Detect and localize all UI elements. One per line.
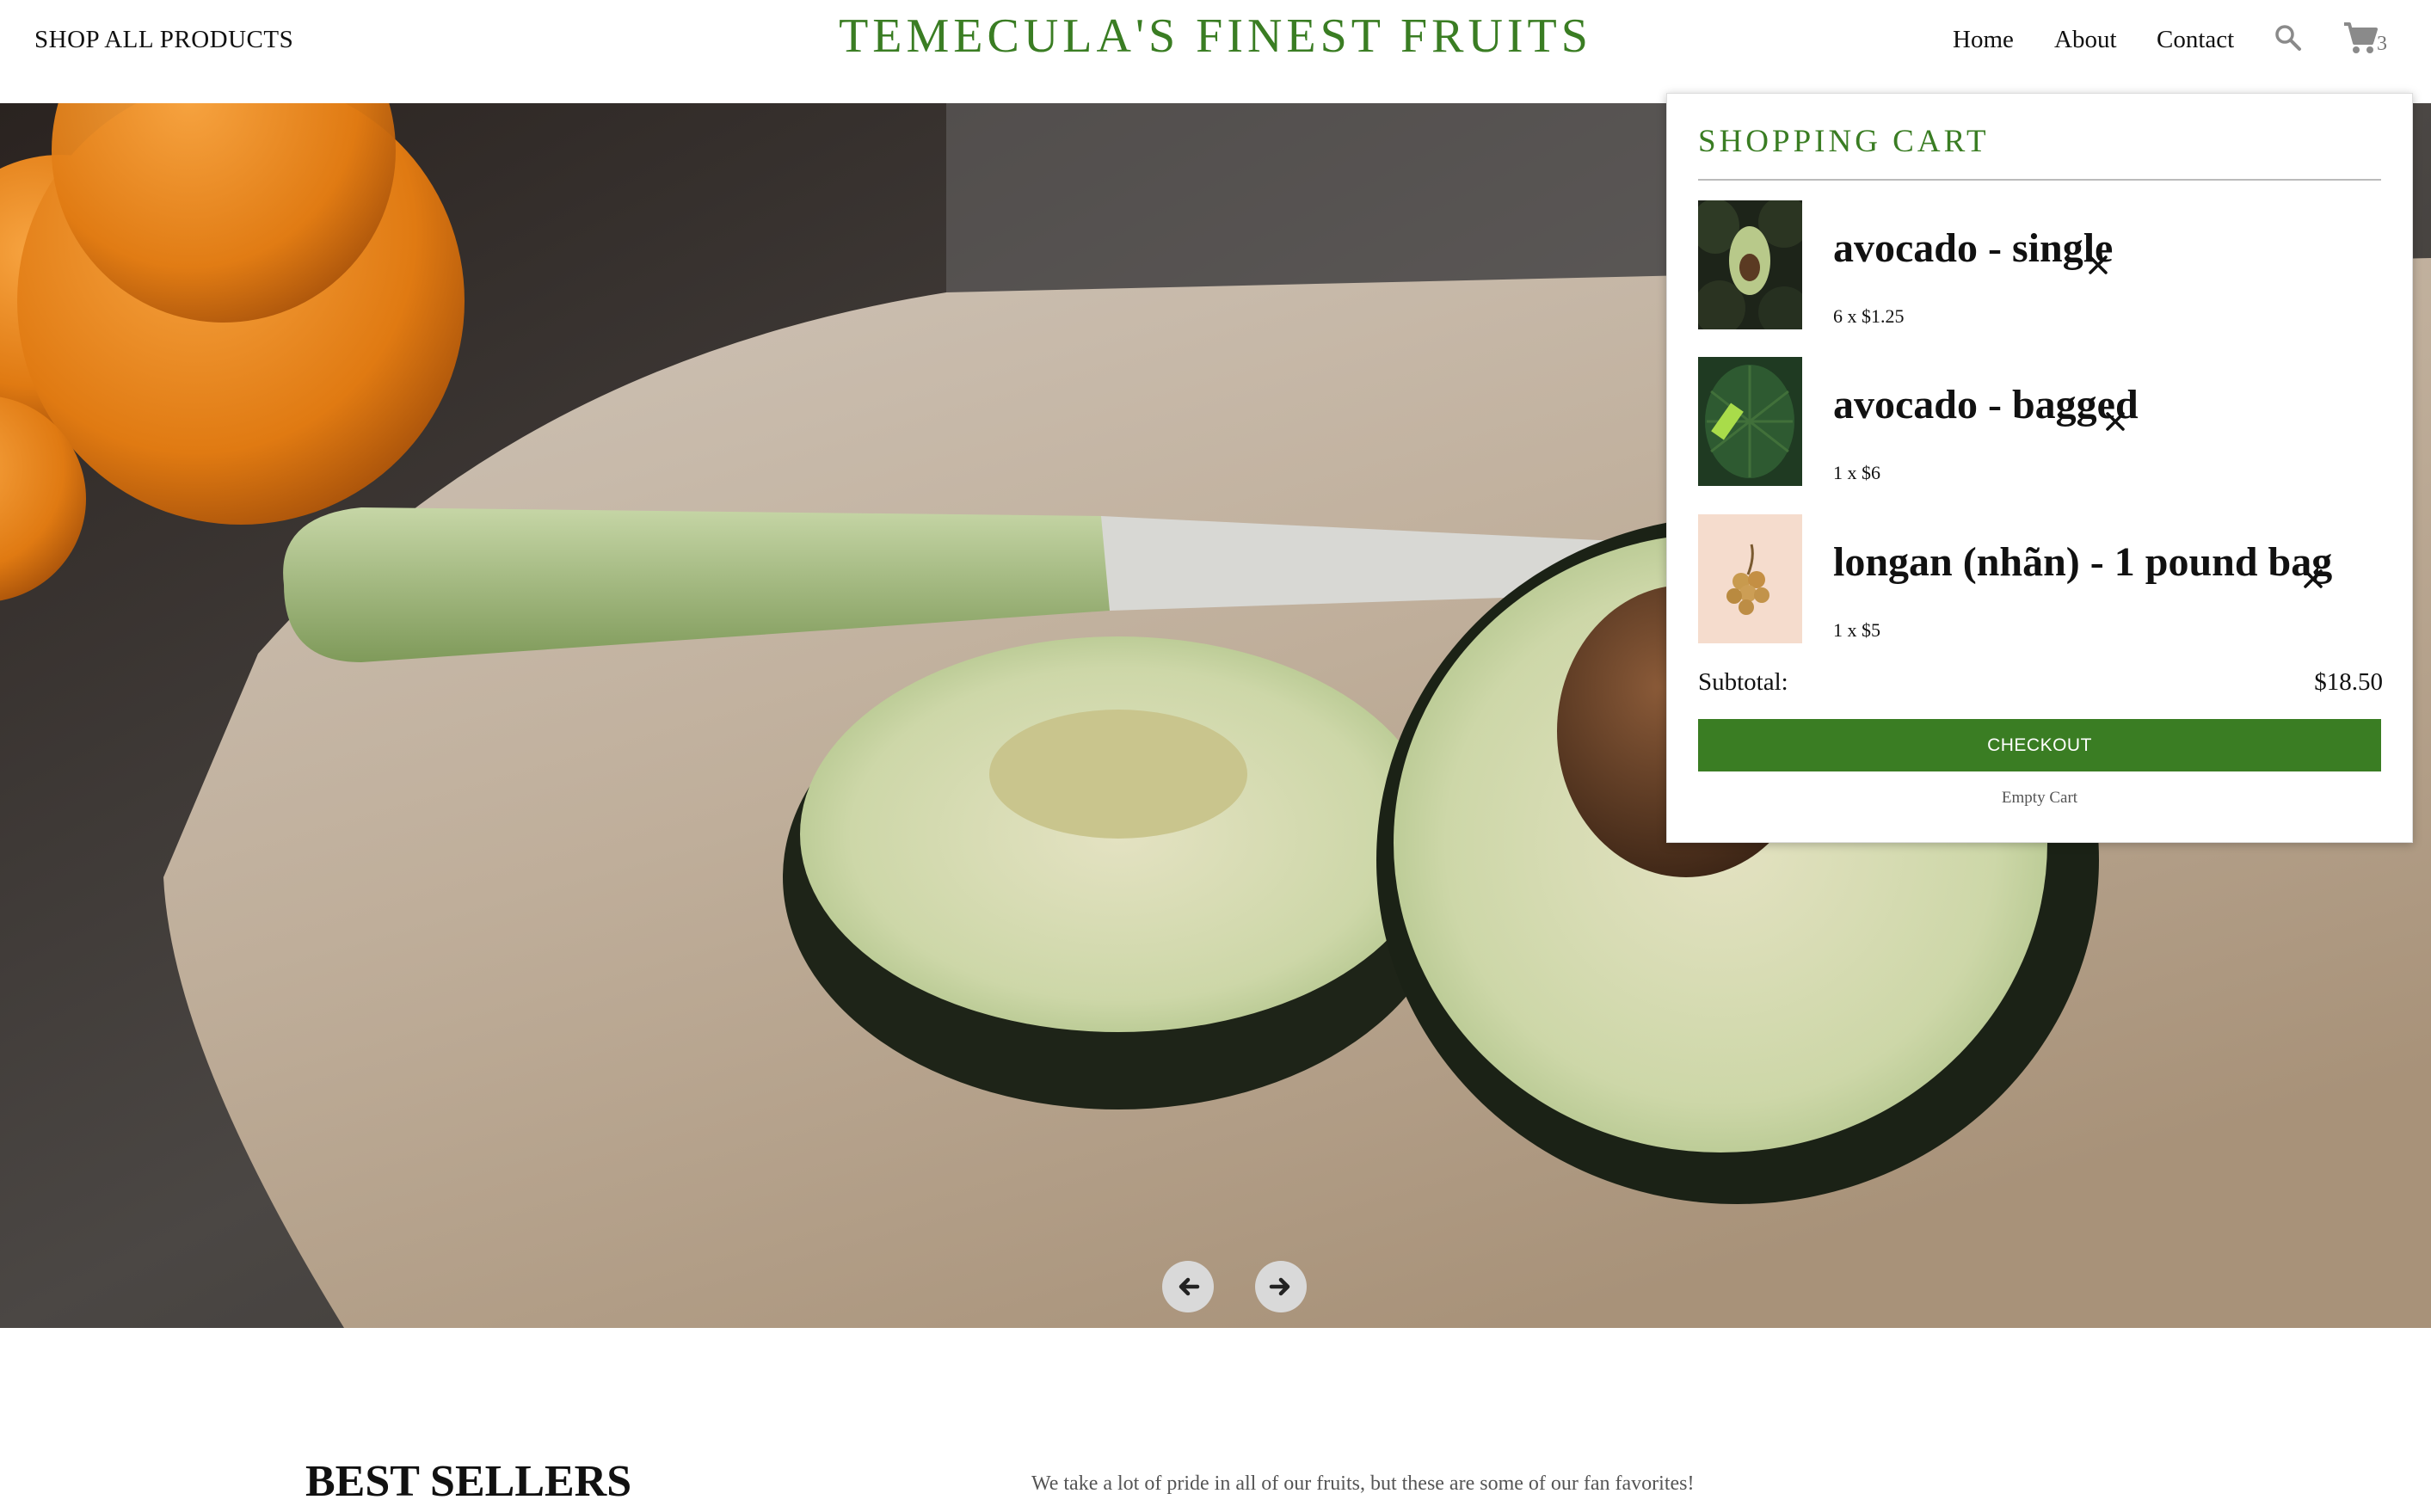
cart-item: avocado - bagged 1 x $6 — [1698, 357, 2386, 486]
shopping-cart-panel: SHOPPING CART avocado - single 6 x $1.25 — [1666, 93, 2413, 843]
empty-cart-link[interactable]: Empty Cart — [1698, 789, 2381, 808]
cart-item: avocado - single 6 x $1.25 — [1698, 200, 2386, 329]
nav-contact-link[interactable]: Contact — [2157, 26, 2234, 54]
subtotal-value: $18.50 — [2314, 668, 2383, 696]
close-icon[interactable] — [2300, 566, 2326, 592]
nav-home-link[interactable]: Home — [1953, 26, 2014, 54]
avocado-bagged-thumbnail[interactable] — [1698, 357, 1802, 486]
close-icon[interactable] — [2085, 252, 2111, 278]
subtotal-label: Subtotal: — [1698, 668, 1788, 696]
carousel-next-button[interactable] — [1255, 1261, 1307, 1312]
cart-item: longan (nhãn) - 1 pound bag 1 x $5 — [1698, 514, 2386, 643]
arrow-left-icon — [1179, 1277, 1200, 1296]
checkout-button[interactable]: CHECKOUT — [1698, 719, 2381, 771]
arrow-right-icon — [1269, 1277, 1290, 1296]
cart-item-quantity-price: 1 x $6 — [1833, 462, 1880, 483]
cart-item-quantity-price: 6 x $1.25 — [1833, 305, 1905, 327]
cart-icon[interactable] — [2342, 21, 2379, 55]
cart-item-name[interactable]: avocado - single — [1833, 224, 2113, 272]
site-header: SHOP ALL PRODUCTS TEMECULA'S FINEST FRUI… — [0, 0, 2431, 103]
avocado-single-thumbnail[interactable] — [1698, 200, 1802, 329]
close-icon[interactable] — [2102, 409, 2128, 434]
cart-item-quantity-price: 1 x $5 — [1833, 619, 1880, 641]
carousel-prev-button[interactable] — [1162, 1261, 1214, 1312]
cart-count-badge: 3 — [2377, 33, 2387, 55]
longan-thumbnail[interactable] — [1698, 514, 1802, 643]
cart-item-name[interactable]: avocado - bagged — [1833, 381, 2139, 428]
cart-divider — [1698, 179, 2381, 181]
best-sellers-description: We take a lot of pride in all of our fru… — [1031, 1472, 1695, 1495]
search-icon[interactable] — [2273, 22, 2304, 53]
cart-item-name[interactable]: longan (nhãn) - 1 pound bag — [1833, 538, 2332, 586]
best-sellers-heading: BEST SELLERS — [305, 1457, 632, 1506]
cart-title: SHOPPING CART — [1698, 124, 1990, 159]
nav-about-link[interactable]: About — [2054, 26, 2117, 54]
